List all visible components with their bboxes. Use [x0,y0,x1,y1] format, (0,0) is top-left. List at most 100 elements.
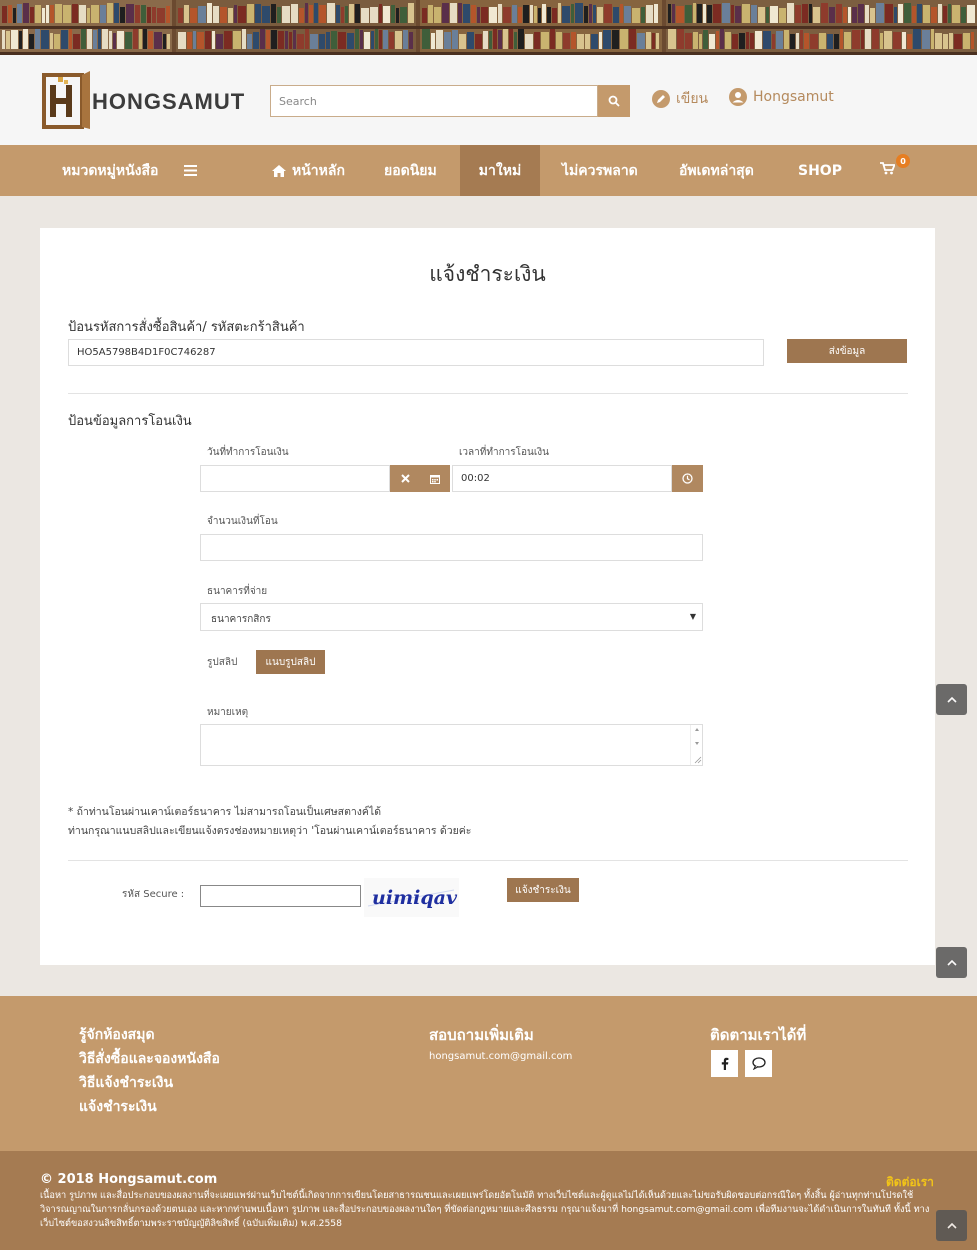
footer-email[interactable]: hongsamut.com@gmail.com [429,1051,572,1062]
bank-select[interactable]: ธนาคารกสิกร ▼ [200,603,703,631]
nav-categories[interactable]: หมวดหมู่หนังสือ [62,145,158,196]
book-spine [100,5,106,23]
nav-popular[interactable]: ยอดนิยม [384,145,437,196]
book-spine [840,29,843,49]
nav-dont-miss[interactable]: ไม่ควรพลาด [562,145,638,196]
book-spine [35,29,40,49]
main-nav: หมวดหมู่หนังสือ หน้าหลัก ยอดนิยม มาใหม่ … [0,145,977,196]
amount-input[interactable] [200,534,703,561]
book-spine [379,30,382,49]
book-spine [498,4,502,23]
book-spine [458,3,462,23]
book-spine [114,3,119,23]
footer-link-how-to-pay[interactable]: วิธีแจ้งชำระเงิน [79,1072,173,1094]
book-spine [772,34,775,49]
transfer-time-input[interactable] [452,465,672,492]
book-spine [50,33,53,49]
site-footer: รู้จักห้องสมุด วิธีสั่งซื้อและจองหนังสือ… [0,996,977,1151]
book-spine [593,5,596,23]
book-spine [556,32,562,49]
write-link[interactable]: เขียน [652,88,708,110]
book-spine [73,34,80,49]
book-spine [703,30,708,49]
book-spine [442,3,449,23]
chat-link[interactable] [745,1050,772,1077]
book-spine [349,4,354,23]
book-spine [620,4,623,23]
write-label: เขียน [676,91,709,107]
book-spine [685,33,692,49]
pencil-icon [652,90,670,108]
nav-latest[interactable]: อัพเดทล่าสุด [679,145,754,196]
captcha-text: uimiqav [372,887,458,909]
book-spine [319,5,326,23]
transfer-info-label: ป้อนข้อมูลการโอนเงิน [68,414,192,429]
book-spine [530,5,533,23]
book-spine [46,5,49,23]
book-spine [967,5,975,23]
book-spine [331,31,337,49]
book-spine [463,4,470,23]
facebook-link[interactable] [711,1050,738,1077]
remark-label: หมายเหตุ [207,707,249,718]
book-spine [260,29,265,49]
secure-code-input[interactable] [200,885,361,907]
book-spine [597,7,603,23]
calendar-button[interactable] [420,465,450,492]
copyright-bar: © 2018 Hongsamut.com ติดต่อเรา เนื้อหา ร… [0,1151,977,1250]
book-spine [253,32,259,49]
back-to-top-button[interactable] [936,1210,967,1241]
book-spine [746,32,749,49]
book-spine [79,5,86,23]
search-icon [608,95,620,107]
time-picker-button[interactable] [672,465,703,492]
book-spine [166,6,170,23]
book-spine [154,32,162,49]
book-spine [255,4,261,23]
book-spine [436,30,443,49]
submit-order-button[interactable]: ส่งข้อมูล [787,339,907,363]
transfer-date-input[interactable] [200,465,390,492]
footer-link-payment[interactable]: แจ้งชำระเงิน [79,1096,157,1118]
book-spine [865,5,869,23]
book-spine [35,5,41,23]
book-spine [193,31,196,49]
textarea-scrollbar[interactable] [690,725,702,765]
captcha-image: uimiqav [364,878,459,917]
book-spine [552,8,557,23]
back-to-top-button[interactable] [936,684,967,715]
nav-new[interactable]: มาใหม่ [460,145,540,196]
chevron-up-icon [946,1222,957,1229]
back-to-top-button[interactable] [936,947,967,978]
attach-slip-button[interactable]: แนบรูปสลิป [256,650,325,674]
book-spine [709,34,715,49]
footer-link-about[interactable]: รู้จักห้องสมุด [79,1024,155,1046]
book-spine [197,32,204,49]
book-spine [963,33,970,49]
book-spine [652,33,655,49]
nav-shop[interactable]: SHOP [798,145,842,196]
user-menu[interactable]: Hongsamut [729,88,834,106]
search-button[interactable] [598,85,630,117]
book-spine [120,7,125,23]
book-spine [707,5,712,23]
footer-link-how-to-order[interactable]: วิธีสั่งซื้อและจองหนังสือ [79,1048,220,1070]
nav-cart[interactable]: 0 [880,145,910,196]
book-spine [55,4,62,23]
book-spine [87,8,90,23]
book-spine [341,7,344,23]
book-spine [731,5,734,23]
submit-payment-button[interactable]: แจ้งชำระเงิน [507,878,579,902]
menu-toggle[interactable] [184,145,197,196]
order-code-input[interactable] [68,339,764,366]
book-spine [843,7,847,23]
clear-date-button[interactable] [390,465,420,492]
search-input[interactable] [270,85,598,117]
book-spine [19,31,22,49]
remark-textarea[interactable] [200,724,703,766]
nav-home[interactable]: หน้าหลัก [272,145,345,196]
book-spine [804,33,809,49]
book-spine [444,32,451,49]
book-spine [971,32,974,49]
site-logo[interactable]: HONGSAMUT [40,71,250,131]
